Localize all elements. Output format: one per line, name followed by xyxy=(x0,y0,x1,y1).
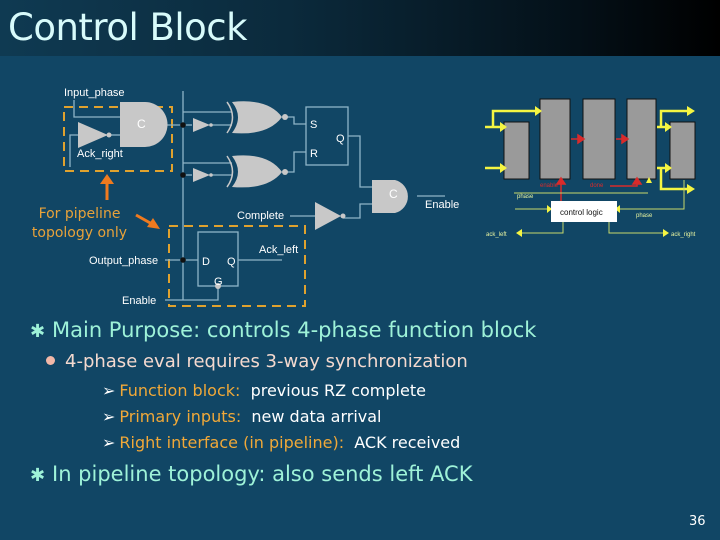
label-ack-left: Ack_left xyxy=(259,244,298,256)
bullet-pipeline-topology: ✱ In pipeline topology: also sends left A… xyxy=(30,462,473,486)
bullet-second-text: In pipeline topology: also sends left AC… xyxy=(52,462,473,486)
label-g: G xyxy=(214,276,223,288)
label-q-sr: Q xyxy=(336,133,345,145)
item-right-interface: ➢ Right interface (in pipeline): ACK rece… xyxy=(102,433,460,452)
item-function-block: ➢ Function block: previous RZ complete xyxy=(102,381,426,400)
slide-title: Control Block xyxy=(8,6,248,49)
item-key: Primary inputs: xyxy=(119,407,242,426)
inverter-small-bottom xyxy=(193,168,210,182)
item-key: Function block: xyxy=(119,381,241,400)
bullet-main-text: Main Purpose: controls 4-phase function … xyxy=(52,318,537,342)
item-key: Right interface (in pipeline): xyxy=(119,433,345,452)
item-value: new data arrival xyxy=(251,407,382,426)
label-c-bottom: C xyxy=(389,187,398,201)
item-value: ACK received xyxy=(354,433,461,452)
asterisk-bullet-icon: ✱ xyxy=(30,465,46,486)
label-s: S xyxy=(310,119,317,131)
page-number: 36 xyxy=(689,514,706,529)
label-done-small: done xyxy=(590,183,604,189)
label-ack-right-small: ack_right xyxy=(671,232,696,238)
label-enable-in: Enable xyxy=(122,295,156,307)
label-phase-top: phase xyxy=(517,194,534,200)
label-c-top: C xyxy=(137,117,146,131)
arrow-bullet-icon: ➢ xyxy=(102,381,116,400)
label-ack-left-small: ack_left xyxy=(486,232,507,238)
control-logic-label: control logic xyxy=(560,208,603,217)
xnor-gate-top xyxy=(232,101,282,134)
item-primary-inputs: ➢ Primary inputs: new data arrival xyxy=(102,407,382,426)
title-bar: Control Block xyxy=(0,0,720,56)
label-enable-small: enable xyxy=(540,183,559,189)
arrow-bullet-icon: ➢ xyxy=(102,407,116,426)
bullet-main-purpose: ✱ Main Purpose: controls 4-phase function… xyxy=(30,318,536,342)
inverter-complete xyxy=(315,202,341,230)
function-block-1 xyxy=(503,121,530,180)
inverter-small-top xyxy=(193,118,210,132)
label-phase-right: phase xyxy=(636,213,653,219)
pipeline-annotation: For pipeline topology only xyxy=(22,205,137,243)
label-output-phase: Output_phase xyxy=(89,255,158,267)
dot-bullet-icon xyxy=(46,355,55,365)
label-complete: Complete xyxy=(237,210,284,222)
asterisk-bullet-icon: ✱ xyxy=(30,321,46,342)
pipeline-diagram: phase phase ack_left ack_right enable do… xyxy=(485,98,696,238)
label-input-phase: Input_phase xyxy=(64,87,125,99)
label-enable-out: Enable xyxy=(425,199,459,211)
function-block-2 xyxy=(582,98,616,180)
label-ack-right: Ack_right xyxy=(77,148,123,160)
register-block-1 xyxy=(539,98,571,180)
sub-bullet-text: 4-phase eval requires 3-way synchronizat… xyxy=(65,351,468,372)
sub-bullet-synchronization: 4-phase eval requires 3-way synchronizat… xyxy=(46,351,468,372)
annotation-line-2: topology only xyxy=(31,225,128,241)
item-value: previous RZ complete xyxy=(250,381,426,400)
arrow-up-icon xyxy=(100,174,114,184)
register-block-2 xyxy=(626,98,657,180)
inverter-ack-right xyxy=(78,122,108,148)
function-block-3 xyxy=(669,121,696,180)
label-d: D xyxy=(202,256,210,268)
label-r: R xyxy=(310,148,318,160)
annotation-line-1: For pipeline xyxy=(38,206,121,222)
xnor-gate-bottom xyxy=(232,155,282,188)
pipeline-dashed-box-bottom xyxy=(168,225,306,307)
diagram-area: Input_phase Ack_right C S R Q C Complete… xyxy=(63,87,696,307)
label-q-d: Q xyxy=(227,256,236,268)
arrow-bullet-icon: ➢ xyxy=(102,433,116,452)
